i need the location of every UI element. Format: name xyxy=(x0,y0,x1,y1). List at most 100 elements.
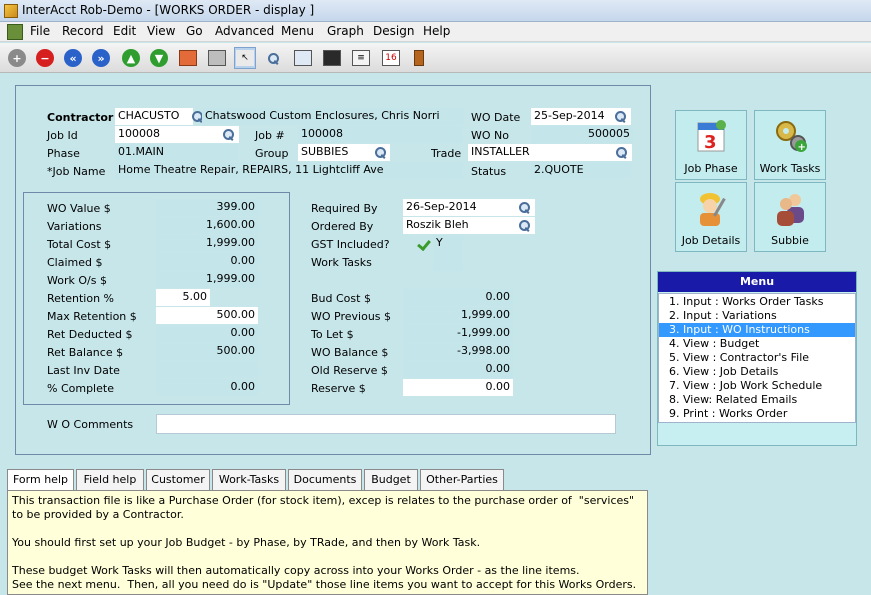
menu-go[interactable]: Go xyxy=(186,24,203,38)
menu-item-wo-instructions[interactable]: 3. Input : WO Instructions xyxy=(659,323,855,337)
contractor-label: Contractor xyxy=(47,111,114,124)
required-by-lookup-icon[interactable] xyxy=(518,201,531,214)
group-label: Group xyxy=(255,147,289,160)
wo-no-label: WO No xyxy=(471,129,509,142)
trade-lookup-icon[interactable] xyxy=(615,146,628,159)
job-no-label: Job # xyxy=(255,129,285,142)
last-inv-date-label: Last Inv Date xyxy=(47,364,120,377)
trade-label: Trade xyxy=(431,147,462,160)
svg-text:+: + xyxy=(798,142,806,153)
trade-field[interactable]: INSTALLER xyxy=(468,144,632,161)
tab-work-tasks[interactable]: Work-Tasks xyxy=(212,469,286,491)
work-tasks-button[interactable]: + Work Tasks xyxy=(754,110,826,180)
form-view-button[interactable] xyxy=(292,47,314,69)
tab-customer[interactable]: Customer xyxy=(146,469,210,491)
group-lookup-icon[interactable] xyxy=(374,146,387,159)
job-phase-button[interactable]: 3 Job Phase xyxy=(675,110,747,180)
window-title: InterAcct Rob-Demo - [WORKS ORDER - disp… xyxy=(22,3,315,17)
ret-deducted-field: 0.00 xyxy=(156,325,258,342)
total-cost-field: 1,999.00 xyxy=(156,235,258,252)
menu-item-job-details[interactable]: 6. View : Job Details xyxy=(659,365,855,379)
first-icon: « xyxy=(64,49,82,67)
retention-pct-label: Retention % xyxy=(47,292,114,305)
menu-graph[interactable]: Graph xyxy=(327,24,364,38)
print-button[interactable] xyxy=(206,47,228,69)
menu-help[interactable]: Help xyxy=(423,24,450,38)
subbie-button[interactable]: Subbie xyxy=(754,182,826,252)
wo-comments-field[interactable] xyxy=(156,414,616,434)
add-record-button[interactable]: + xyxy=(6,47,28,69)
select-tool-button[interactable]: ↖ xyxy=(234,47,256,69)
tab-field-help[interactable]: Field help xyxy=(76,469,144,491)
wo-no-field: 500005 xyxy=(531,126,633,143)
find-button[interactable] xyxy=(262,47,284,69)
max-retention-field[interactable]: 500.00 xyxy=(156,307,258,324)
contractor-code-field[interactable]: CHACUSTO xyxy=(115,108,193,125)
menu-item-related-emails[interactable]: 8. View: Related Emails xyxy=(659,393,855,407)
people-icon xyxy=(773,189,809,227)
exit-button[interactable] xyxy=(408,47,430,69)
claimed-field: 0.00 xyxy=(156,253,258,270)
tab-form-help[interactable]: Form help xyxy=(7,469,74,492)
home-button[interactable] xyxy=(177,47,199,69)
gst-field[interactable]: Y xyxy=(433,235,463,271)
menu-design[interactable]: Design xyxy=(373,24,414,38)
wo-date-lookup-icon[interactable] xyxy=(614,110,627,123)
title-bar: InterAcct Rob-Demo - [WORKS ORDER - disp… xyxy=(0,0,871,22)
menu-menu[interactable]: Menu xyxy=(281,24,314,38)
job-id-lookup-icon[interactable] xyxy=(222,128,235,141)
menu-item-works-order-tasks[interactable]: 1. Input : Works Order Tasks xyxy=(659,295,855,309)
wo-previous-field: 1,999.00 xyxy=(403,307,513,324)
menu-file[interactable]: File xyxy=(30,24,50,38)
old-reserve-field: 0.00 xyxy=(403,361,513,378)
menu-item-budget[interactable]: 4. View : Budget xyxy=(659,337,855,351)
tab-budget[interactable]: Budget xyxy=(364,469,418,491)
to-let-field: -1,999.00 xyxy=(403,325,513,342)
required-by-field[interactable]: 26-Sep-2014 xyxy=(403,199,535,216)
menu-advanced[interactable]: Advanced xyxy=(215,24,274,38)
magnifier-icon xyxy=(267,52,280,65)
ordered-by-field[interactable]: Roszik Bleh xyxy=(403,217,535,234)
menu-item-contractors-file[interactable]: 5. View : Contractor's File xyxy=(659,351,855,365)
ordered-by-lookup-icon[interactable] xyxy=(518,219,531,232)
job-details-button[interactable]: Job Details xyxy=(675,182,747,252)
subbie-label: Subbie xyxy=(771,234,809,247)
job-id-field[interactable]: 100008 xyxy=(115,126,239,143)
menu-record[interactable]: Record xyxy=(62,24,103,38)
last-record-button[interactable]: » xyxy=(90,47,112,69)
list-view-button[interactable]: ≡ xyxy=(350,47,372,69)
menu-edit[interactable]: Edit xyxy=(113,24,136,38)
job-id-label: Job Id xyxy=(47,129,78,142)
app-icon xyxy=(4,4,18,18)
job-name-label: *Job Name xyxy=(47,165,106,178)
app-menu-icon[interactable] xyxy=(7,24,23,40)
wo-date-label: WO Date xyxy=(471,111,521,124)
ret-balance-field: 500.00 xyxy=(156,343,258,360)
help-tabs: Form help Field help Customer Work-Tasks… xyxy=(7,469,510,492)
menu-view[interactable]: View xyxy=(147,24,175,38)
tab-other-parties[interactable]: Other-Parties xyxy=(420,469,504,491)
first-record-button[interactable]: « xyxy=(62,47,84,69)
previous-record-button[interactable]: ▲ xyxy=(120,47,142,69)
delete-record-button[interactable]: − xyxy=(34,47,56,69)
screen-button[interactable] xyxy=(321,47,343,69)
next-record-button[interactable]: ▼ xyxy=(148,47,170,69)
reserve-field[interactable]: 0.00 xyxy=(403,379,513,396)
wo-value-label: WO Value $ xyxy=(47,202,111,215)
menu-item-job-work-schedule[interactable]: 7. View : Job Work Schedule xyxy=(659,379,855,393)
wo-balance-field: -3,998.00 xyxy=(403,343,513,360)
calendar-button[interactable]: 16 xyxy=(380,47,402,69)
tab-documents[interactable]: Documents xyxy=(288,469,362,491)
minus-icon: − xyxy=(36,49,54,67)
job-phase-label: Job Phase xyxy=(684,162,738,175)
list-icon: ≡ xyxy=(352,50,370,66)
menu-item-print-works-order[interactable]: 9. Print : Works Order xyxy=(659,407,855,421)
help-paragraph-2: You should first set up your Job Budget … xyxy=(12,536,481,549)
pct-complete-label: % Complete xyxy=(47,382,114,395)
menu-item-variations[interactable]: 2. Input : Variations xyxy=(659,309,855,323)
svg-text:3: 3 xyxy=(704,132,717,153)
retention-pct-field[interactable]: 5.00 xyxy=(156,289,210,306)
old-reserve-label: Old Reserve $ xyxy=(311,364,388,377)
bud-cost-label: Bud Cost $ xyxy=(311,292,371,305)
work-tasks-label: Work Tasks xyxy=(759,162,821,175)
